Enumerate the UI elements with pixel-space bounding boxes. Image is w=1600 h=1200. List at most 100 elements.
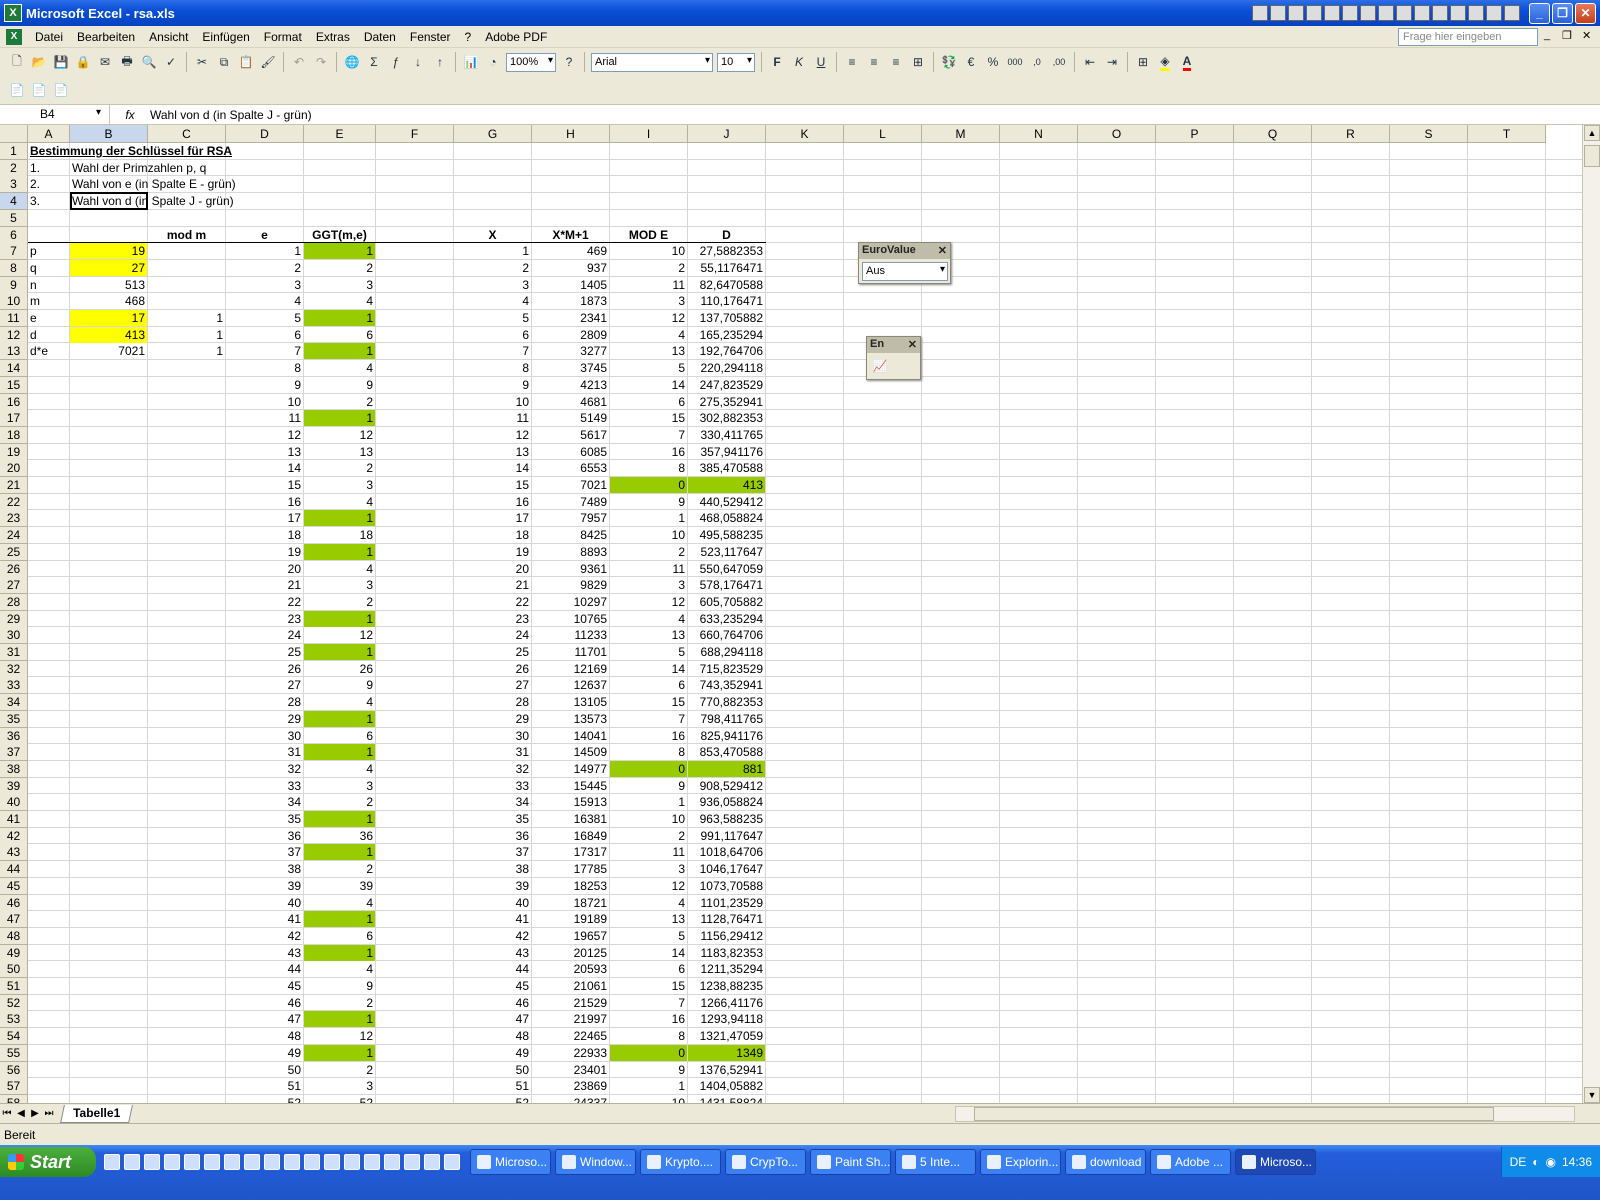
percent-icon[interactable]: % [983, 52, 1003, 72]
row-header[interactable]: 12 [0, 326, 28, 344]
param-label[interactable]: e [28, 310, 69, 326]
ggt-value[interactable]: 4 [304, 961, 375, 977]
xm1-value[interactable]: 11233 [532, 627, 609, 643]
x-value[interactable]: 38 [454, 861, 531, 877]
mode-value[interactable]: 8 [610, 1028, 687, 1044]
ggt-value[interactable]: 1 [304, 543, 375, 560]
e-value[interactable]: 7 [226, 343, 303, 359]
x-value[interactable]: 35 [454, 811, 531, 827]
column-header-f[interactable]: F [376, 125, 454, 143]
mode-value[interactable]: 7 [610, 711, 687, 727]
xm1-value[interactable]: 19189 [532, 911, 609, 927]
mode-value[interactable]: 5 [610, 360, 687, 376]
e-value[interactable]: 39 [226, 878, 303, 894]
scroll-up-icon[interactable]: ▲ [1584, 125, 1600, 141]
e-value[interactable]: 3 [226, 277, 303, 293]
d-value[interactable]: 550,647059 [688, 561, 765, 577]
xm1-value[interactable]: 17317 [532, 844, 609, 860]
mode-value[interactable]: 2 [610, 260, 687, 276]
mode-value[interactable]: 13 [610, 911, 687, 927]
x-value[interactable]: 12 [454, 427, 531, 443]
xm1-value[interactable]: 937 [532, 260, 609, 276]
param-value[interactable]: 17 [70, 310, 147, 326]
increase-indent-icon[interactable]: ⇥ [1102, 52, 1122, 72]
row-header[interactable]: 5 [0, 209, 28, 227]
e-value[interactable]: 22 [226, 594, 303, 610]
column-header-t[interactable]: T [1468, 125, 1546, 143]
mode-value[interactable]: 10 [610, 811, 687, 827]
e-value[interactable]: 12 [226, 427, 303, 443]
e-value[interactable]: 28 [226, 694, 303, 710]
x-value[interactable]: 2 [454, 260, 531, 276]
sheet-tab-tabelle1[interactable]: Tabelle1 [60, 1104, 134, 1123]
e-value[interactable]: 18 [226, 527, 303, 543]
ql-app-icon[interactable] [1486, 5, 1502, 21]
taskbar-button[interactable]: download [1065, 1149, 1146, 1175]
row-header[interactable]: 6 [0, 226, 28, 244]
mode-value[interactable]: 8 [610, 460, 687, 476]
header-ggt[interactable]: GGT(m,e) [304, 227, 375, 243]
row-header[interactable]: 37 [0, 744, 28, 762]
start-button[interactable]: Start [0, 1147, 96, 1177]
column-header-o[interactable]: O [1078, 125, 1156, 143]
doc-restore-button[interactable]: ❐ [1562, 29, 1572, 42]
x-value[interactable]: 36 [454, 828, 531, 844]
d-value[interactable]: 440,529412 [688, 494, 765, 510]
taskbar-button[interactable]: CrypTo... [725, 1149, 806, 1175]
d-value[interactable]: 1156,29412 [688, 928, 765, 944]
font-select[interactable]: Arial [591, 52, 713, 72]
ql-app-icon[interactable] [1252, 5, 1268, 21]
xm1-value[interactable]: 16849 [532, 828, 609, 844]
help-search-input[interactable]: Frage hier eingeben [1398, 28, 1538, 46]
pdf-email-icon[interactable]: 📄 [29, 80, 49, 100]
ql-icon[interactable] [164, 1154, 180, 1170]
row-header[interactable]: 26 [0, 560, 28, 578]
minimize-button[interactable]: _ [1529, 2, 1550, 24]
ql-app-icon[interactable] [1450, 5, 1466, 21]
ggt-value[interactable]: 2 [304, 394, 375, 410]
xm1-value[interactable]: 9361 [532, 561, 609, 577]
d-value[interactable]: 798,411765 [688, 711, 765, 727]
ggt-value[interactable]: 3 [304, 1078, 375, 1094]
row-header[interactable]: 30 [0, 627, 28, 645]
fx-icon[interactable]: fx [110, 108, 150, 122]
xm1-value[interactable]: 6085 [532, 444, 609, 460]
d-value[interactable]: 1431,58824 [688, 1095, 765, 1103]
d-value[interactable]: 1018,64706 [688, 844, 765, 860]
taskbar-button[interactable]: Adobe ... [1150, 1149, 1231, 1175]
font-size-select[interactable]: 10 [717, 52, 755, 72]
mode-value[interactable]: 7 [610, 995, 687, 1011]
param-mod-m[interactable]: 1 [148, 343, 225, 359]
xm1-value[interactable]: 14977 [532, 761, 609, 777]
d-value[interactable]: 936,058824 [688, 794, 765, 810]
e-value[interactable]: 42 [226, 928, 303, 944]
ql-icon[interactable] [144, 1154, 160, 1170]
row-header[interactable]: 28 [0, 593, 28, 611]
d-value[interactable]: 137,705882 [688, 310, 765, 326]
e-value[interactable]: 32 [226, 761, 303, 777]
row-header[interactable]: 34 [0, 694, 28, 712]
name-box[interactable]: B4 [0, 105, 110, 124]
insert-function-icon[interactable]: ƒ [386, 52, 406, 72]
thousands-icon[interactable]: 000 [1005, 52, 1025, 72]
row-header[interactable]: 38 [0, 760, 28, 778]
vertical-scroll-thumb[interactable] [1584, 145, 1600, 167]
mode-value[interactable]: 3 [610, 861, 687, 877]
row-header[interactable]: 17 [0, 410, 28, 428]
x-value[interactable]: 24 [454, 627, 531, 643]
xm1-value[interactable]: 7489 [532, 494, 609, 510]
step-number[interactable]: 3. [28, 193, 69, 209]
d-value[interactable]: 660,764706 [688, 627, 765, 643]
ql-app-icon[interactable] [1360, 5, 1376, 21]
param-label[interactable]: q [28, 260, 69, 276]
e-value[interactable]: 33 [226, 778, 303, 794]
ggt-value[interactable]: 1 [304, 911, 375, 928]
mode-value[interactable]: 1 [610, 794, 687, 810]
ggt-value[interactable]: 4 [304, 561, 375, 577]
redo-icon[interactable]: ↷ [311, 52, 331, 72]
x-value[interactable]: 14 [454, 460, 531, 476]
excel-doc-icon[interactable]: X [6, 28, 22, 45]
header-d[interactable]: D [688, 227, 765, 243]
ql-icon[interactable] [184, 1154, 200, 1170]
row-header[interactable]: 16 [0, 393, 28, 411]
